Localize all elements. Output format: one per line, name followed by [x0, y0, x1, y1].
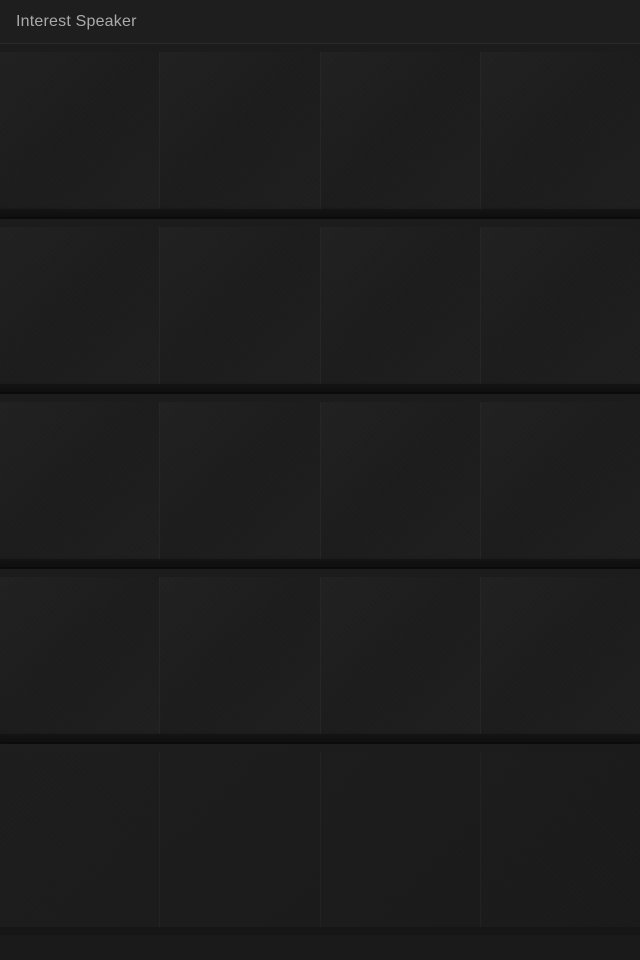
book-slot-4-2[interactable]: [160, 577, 320, 734]
shelf-grid-1: [0, 44, 640, 209]
book-slot-2-4[interactable]: [481, 227, 640, 384]
book-slot-3-2[interactable]: [160, 402, 320, 559]
shelf-grid-3: [0, 394, 640, 559]
shelf-row-3: [0, 394, 640, 569]
book-slot-5-4[interactable]: [481, 752, 640, 927]
book-slot-5-2[interactable]: [160, 752, 320, 927]
shelf-surface-4: [0, 734, 640, 742]
shelf-surface-2: [0, 384, 640, 392]
shelf-surface-1: [0, 209, 640, 217]
book-slot-1-4[interactable]: [481, 52, 640, 209]
book-slot-1-1[interactable]: [0, 52, 160, 209]
shelf-grid-5: [0, 744, 640, 927]
shelf-grid-2: [0, 219, 640, 384]
book-slot-2-2[interactable]: [160, 227, 320, 384]
shelf-row-4: [0, 569, 640, 744]
app-header: Interest Speaker: [0, 0, 640, 44]
book-slot-5-1[interactable]: [0, 752, 160, 927]
book-slot-1-3[interactable]: [321, 52, 481, 209]
book-slot-4-3[interactable]: [321, 577, 481, 734]
book-slot-4-4[interactable]: [481, 577, 640, 734]
book-slot-3-1[interactable]: [0, 402, 160, 559]
book-slot-3-4[interactable]: [481, 402, 640, 559]
shelf-row-2: [0, 219, 640, 394]
book-slot-3-3[interactable]: [321, 402, 481, 559]
app-title: Interest Speaker: [16, 13, 137, 31]
book-slot-2-3[interactable]: [321, 227, 481, 384]
shelf-surface-3: [0, 559, 640, 567]
shelf-grid-4: [0, 569, 640, 734]
book-slot-5-3[interactable]: [321, 752, 481, 927]
shelf-row-1: [0, 44, 640, 219]
book-slot-4-1[interactable]: [0, 577, 160, 734]
book-slot-1-2[interactable]: [160, 52, 320, 209]
book-slot-2-1[interactable]: [0, 227, 160, 384]
shelf-row-5: [0, 744, 640, 935]
